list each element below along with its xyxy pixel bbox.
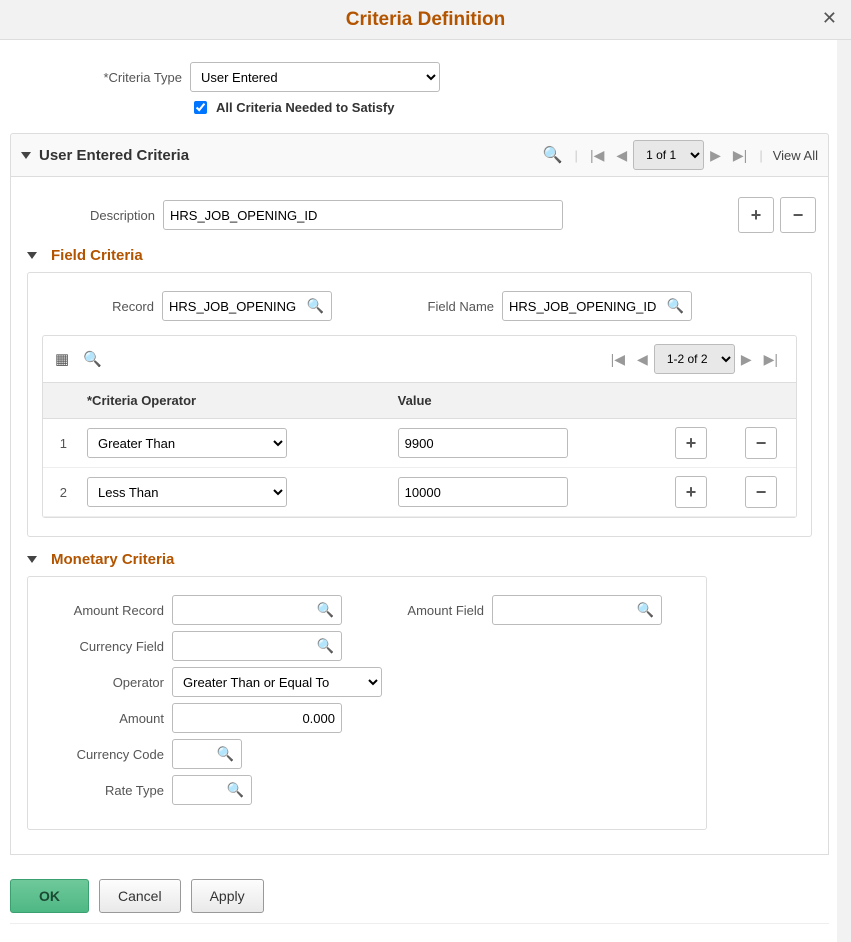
prev-page-icon[interactable]: ◀ xyxy=(631,351,654,368)
description-input[interactable] xyxy=(163,200,563,230)
currency-field-label: Currency Field xyxy=(42,639,172,654)
table-row: 2 Less Than + − xyxy=(43,468,796,517)
row-number: 2 xyxy=(43,468,77,517)
operator-select[interactable]: Greater Than xyxy=(87,428,287,458)
add-row-button[interactable]: + xyxy=(675,476,707,508)
table-row: 1 Greater Than + − xyxy=(43,419,796,468)
field-criteria-title: Field Criteria xyxy=(51,247,143,264)
add-row-button[interactable]: + xyxy=(675,427,707,459)
operator-label: Operator xyxy=(42,675,172,690)
divider: | xyxy=(753,148,768,163)
value-input[interactable] xyxy=(398,428,568,458)
view-all-link[interactable]: View All xyxy=(769,148,818,163)
search-icon[interactable]: 🔍 xyxy=(537,145,569,165)
add-row-button[interactable]: + xyxy=(738,197,774,233)
remove-row-button[interactable]: − xyxy=(745,476,777,508)
grid-settings-icon[interactable]: ▦ xyxy=(55,350,69,368)
search-icon[interactable]: 🔍 xyxy=(83,350,102,368)
close-icon[interactable]: ✕ xyxy=(822,8,837,29)
remove-row-button[interactable]: − xyxy=(745,427,777,459)
collapse-icon[interactable] xyxy=(27,556,37,563)
modal-title: Criteria Definition xyxy=(0,0,851,40)
lookup-icon[interactable]: 🔍 xyxy=(317,638,334,655)
criteria-type-select[interactable]: User Entered xyxy=(190,62,440,92)
field-name-input[interactable] xyxy=(502,291,692,321)
all-criteria-label: All Criteria Needed to Satisfy xyxy=(216,100,394,115)
collapse-icon[interactable] xyxy=(27,252,37,259)
divider: | xyxy=(569,148,584,163)
amount-record-label: Amount Record xyxy=(42,603,172,618)
cancel-button[interactable]: Cancel xyxy=(99,879,181,913)
apply-button[interactable]: Apply xyxy=(191,879,264,913)
grid-page-selector[interactable]: 1-2 of 2 xyxy=(654,344,735,374)
all-criteria-checkbox[interactable] xyxy=(194,101,207,114)
value-input[interactable] xyxy=(398,477,568,507)
lookup-icon[interactable]: 🔍 xyxy=(227,782,244,799)
amount-field-label: Amount Field xyxy=(342,603,492,618)
last-page-icon[interactable]: ▶| xyxy=(727,147,753,164)
next-page-icon[interactable]: ▶ xyxy=(735,351,758,368)
first-page-icon[interactable]: |◀ xyxy=(584,147,610,164)
prev-page-icon[interactable]: ◀ xyxy=(610,147,633,164)
col-operator: *Criteria Operator xyxy=(77,383,388,419)
monetary-operator-select[interactable]: Greater Than or Equal To xyxy=(172,667,382,697)
remove-row-button[interactable]: − xyxy=(780,197,816,233)
record-label: Record xyxy=(42,299,162,314)
rate-type-label: Rate Type xyxy=(42,783,172,798)
page-selector[interactable]: 1 of 1 xyxy=(633,140,704,170)
lookup-icon[interactable]: 🔍 xyxy=(307,298,324,315)
currency-code-label: Currency Code xyxy=(42,747,172,762)
last-page-icon[interactable]: ▶| xyxy=(758,351,784,368)
lookup-icon[interactable]: 🔍 xyxy=(637,602,654,619)
next-page-icon[interactable]: ▶ xyxy=(704,147,727,164)
collapse-icon[interactable] xyxy=(21,152,31,159)
field-name-label: Field Name xyxy=(332,299,502,314)
operator-select[interactable]: Less Than xyxy=(87,477,287,507)
amount-input[interactable] xyxy=(172,703,342,733)
description-label: Description xyxy=(23,208,163,223)
lookup-icon[interactable]: 🔍 xyxy=(317,602,334,619)
amount-label: Amount xyxy=(42,711,172,726)
monetary-criteria-title: Monetary Criteria xyxy=(51,551,174,568)
ok-button[interactable]: OK xyxy=(10,879,89,913)
lookup-icon[interactable]: 🔍 xyxy=(217,746,234,763)
user-entered-section-title: User Entered Criteria xyxy=(39,147,189,164)
row-number: 1 xyxy=(43,419,77,468)
criteria-type-label: *Criteria Type xyxy=(50,70,190,85)
lookup-icon[interactable]: 🔍 xyxy=(667,298,684,315)
col-value: Value xyxy=(388,383,656,419)
first-page-icon[interactable]: |◀ xyxy=(605,351,631,368)
